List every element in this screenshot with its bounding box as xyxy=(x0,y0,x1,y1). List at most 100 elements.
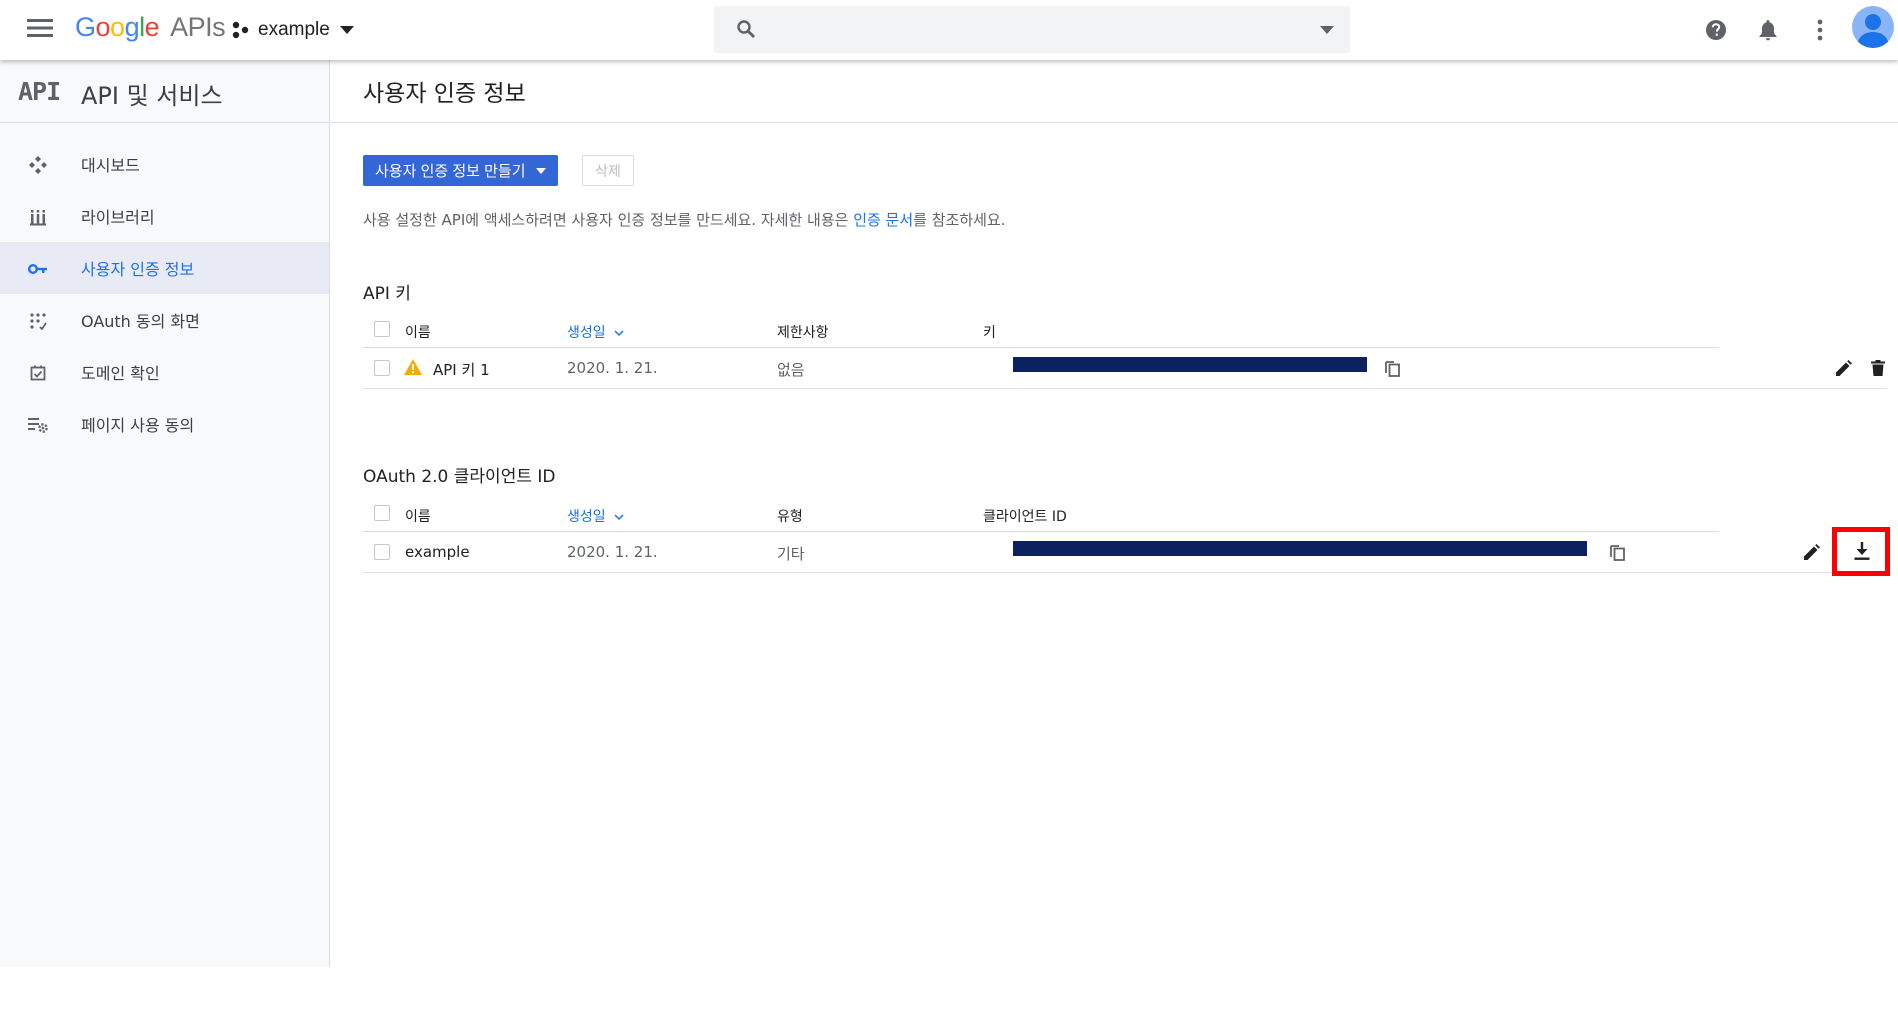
column-header-created-sort[interactable]: 생성일 xyxy=(567,506,624,526)
oauth-section-title: OAuth 2.0 클라이언트 ID xyxy=(363,467,556,487)
column-header-restrictions: 제한사항 xyxy=(777,325,829,341)
main-content: 사용자 인증 정보 사용자 인증 정보 만들기 삭제 사용 설정한 API에 액… xyxy=(331,60,1898,576)
description-before: 사용 설정한 API에 액세스하려면 사용자 인증 정보를 만드세요. 자세한 … xyxy=(363,211,854,229)
column-header-client-id: 클라이언트 ID xyxy=(983,509,1067,525)
select-all-checkbox[interactable] xyxy=(374,505,390,521)
dropdown-arrow-icon xyxy=(535,167,546,174)
column-header-created-sort[interactable]: 생성일 xyxy=(567,322,624,342)
page-title: 사용자 인증 정보 xyxy=(363,81,526,107)
project-name: example xyxy=(258,19,330,40)
account-avatar[interactable] xyxy=(1852,6,1894,48)
copy-icon xyxy=(1385,361,1400,377)
sidebar-header: API API 및 서비스 xyxy=(0,60,329,123)
api-key-restriction: 없음 xyxy=(777,361,805,379)
sidebar-item-dashboard[interactable]: 대시보드 xyxy=(0,138,329,190)
table-header: 이름 생성일 유형 클라이언트 ID xyxy=(363,496,1719,532)
google-logo-text: Google xyxy=(75,12,160,42)
sidebar-item-label: OAuth 동의 화면 xyxy=(81,312,200,331)
sidebar-item-domain-verification[interactable]: 도메인 확인 xyxy=(0,346,329,398)
project-selector[interactable]: example xyxy=(232,16,354,44)
sidebar-item-label: 사용자 인증 정보 xyxy=(81,260,195,279)
column-header-name: 이름 xyxy=(405,509,431,525)
oauth-client-created-date: 2020. 1. 21. xyxy=(567,543,658,561)
table-row: example 2020. 1. 21. 기타 xyxy=(363,527,1890,576)
auth-docs-link[interactable]: 인증 문서 xyxy=(853,211,913,229)
sidebar-item-page-usage[interactable]: 페이지 사용 동의 xyxy=(0,398,329,450)
main-menu-button[interactable] xyxy=(22,14,58,46)
more-options-button[interactable] xyxy=(1806,16,1834,44)
description-text: 사용 설정한 API에 액세스하려면 사용자 인증 정보를 만드세요. 자세한 … xyxy=(363,209,1006,230)
select-all-checkbox[interactable] xyxy=(374,321,390,337)
column-header-key: 키 xyxy=(983,325,996,341)
table-row: API 키 1 2020. 1. 21. 없음 xyxy=(363,348,1887,389)
download-icon xyxy=(1854,542,1870,560)
table-header: 이름 생성일 제한사항 키 xyxy=(363,312,1719,348)
page-header: 사용자 인증 정보 xyxy=(331,60,1898,123)
sidebar-title: API 및 서비스 xyxy=(81,82,223,110)
chevron-down-icon xyxy=(614,330,624,337)
api-key-name[interactable]: API 키 1 xyxy=(433,359,490,380)
edit-icon xyxy=(1836,360,1852,376)
project-hierarchy-icon xyxy=(232,21,249,39)
sidebar-item-label: 라이브러리 xyxy=(81,208,155,227)
search-dropdown-icon[interactable] xyxy=(1320,26,1334,34)
help-icon xyxy=(1706,20,1726,40)
api-key-created-date: 2020. 1. 21. xyxy=(567,359,658,377)
description-after: 를 참조하세요. xyxy=(913,211,1006,229)
oauth-client-name[interactable]: example xyxy=(405,543,470,561)
trash-icon xyxy=(1871,360,1885,376)
sidebar-item-oauth-consent[interactable]: OAuth 동의 화면 xyxy=(0,294,329,346)
oauth-clients-table: 이름 생성일 유형 클라이언트 ID example 2020. 1. 21. … xyxy=(363,496,1890,576)
google-apis-logo[interactable]: Google APIs xyxy=(75,12,226,43)
account-icon xyxy=(1857,14,1889,48)
notifications-button[interactable] xyxy=(1754,16,1782,44)
client-id-value-redacted xyxy=(1013,541,1587,556)
search-input[interactable] xyxy=(774,14,1274,44)
chevron-down-icon xyxy=(614,514,624,521)
api-key-value-redacted xyxy=(1013,357,1367,372)
create-credentials-button[interactable]: 사용자 인증 정보 만들기 xyxy=(363,155,558,186)
api-keys-section-title: API 키 xyxy=(363,284,411,304)
sidebar-item-label: 페이지 사용 동의 xyxy=(81,416,195,435)
caret-down-icon xyxy=(339,26,354,34)
sidebar-item-label: 대시보드 xyxy=(81,156,140,175)
copy-client-id-button[interactable] xyxy=(1604,538,1632,566)
search-bar xyxy=(714,6,1350,53)
delete-button[interactable]: 삭제 xyxy=(582,155,634,186)
bell-icon xyxy=(1759,20,1777,41)
hamburger-menu-icon xyxy=(27,19,53,37)
create-credentials-label: 사용자 인증 정보 만들기 xyxy=(375,163,526,180)
sidebar-item-credentials[interactable]: 사용자 인증 정보 xyxy=(0,242,329,294)
column-header-name: 이름 xyxy=(405,325,431,341)
oauth-consent-icon xyxy=(27,310,49,332)
dashboard-icon xyxy=(27,154,49,176)
edit-icon xyxy=(1804,544,1820,560)
search-icon xyxy=(737,20,755,38)
sidebar: API API 및 서비스 대시보드 라이브러리 사용자 인증 정보 OAuth… xyxy=(0,60,330,967)
sidebar-nav: 대시보드 라이브러리 사용자 인증 정보 OAuth 동의 화면 도메인 확인 … xyxy=(0,138,329,450)
column-header-created: 생성일 xyxy=(567,325,606,341)
top-app-bar: Google APIs example xyxy=(0,0,1898,60)
column-header-type: 유형 xyxy=(777,509,803,525)
copy-api-key-button[interactable] xyxy=(1379,354,1407,382)
copy-icon xyxy=(1610,545,1625,561)
edit-api-key-button[interactable] xyxy=(1830,354,1858,382)
row-checkbox[interactable] xyxy=(374,360,390,376)
sidebar-item-library[interactable]: 라이브러리 xyxy=(0,190,329,242)
library-icon xyxy=(27,206,49,228)
help-button[interactable] xyxy=(1702,16,1730,44)
domain-verify-icon xyxy=(27,362,49,384)
api-keys-table: 이름 생성일 제한사항 키 API 키 1 2020. 1. 21. 없음 xyxy=(363,312,1887,389)
column-header-created: 생성일 xyxy=(567,509,606,525)
oauth-client-type: 기타 xyxy=(777,545,805,563)
warning-icon xyxy=(404,359,422,375)
key-icon xyxy=(27,258,49,280)
api-logo: API xyxy=(18,77,61,106)
delete-api-key-button[interactable] xyxy=(1864,354,1892,382)
download-json-button[interactable] xyxy=(1848,537,1876,565)
apis-logo-text: APIs xyxy=(170,12,226,42)
sidebar-item-label: 도메인 확인 xyxy=(81,364,160,383)
row-checkbox[interactable] xyxy=(374,544,390,560)
edit-oauth-client-button[interactable] xyxy=(1798,538,1826,566)
page-usage-settings-icon xyxy=(27,414,49,436)
